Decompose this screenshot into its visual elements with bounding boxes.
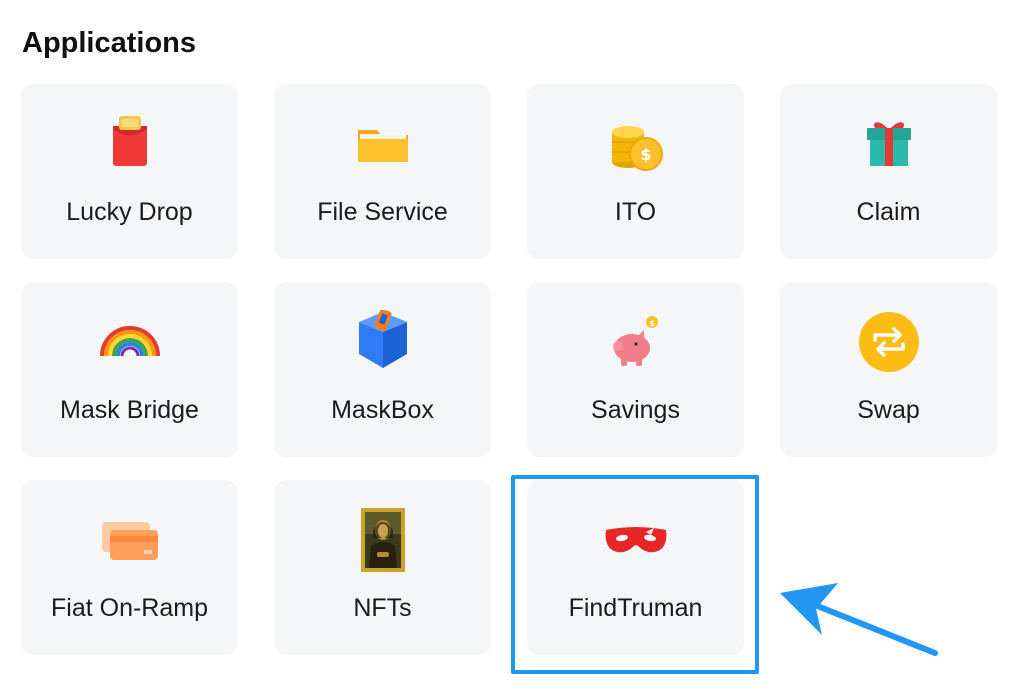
- app-label: Mask Bridge: [60, 396, 199, 424]
- app-tile-lucky-drop[interactable]: Lucky Drop: [21, 84, 238, 259]
- app-tile-swap[interactable]: Swap: [780, 282, 997, 457]
- svg-text:$: $: [640, 145, 651, 164]
- app-tile-nfts[interactable]: NFTs: [274, 480, 491, 655]
- app-tile-savings[interactable]: $ Savings: [527, 282, 744, 457]
- app-label: Savings: [591, 396, 680, 424]
- section-title: Applications: [22, 27, 197, 59]
- app-tile-ito[interactable]: $ ITO: [527, 84, 744, 259]
- app-label: File Service: [317, 198, 448, 226]
- app-label: Fiat On-Ramp: [51, 594, 208, 622]
- box-icon: [351, 310, 415, 374]
- app-tile-fiat-on-ramp[interactable]: Fiat On-Ramp: [21, 480, 238, 655]
- gift-icon: [857, 112, 921, 176]
- app-tile-claim[interactable]: Claim: [780, 84, 997, 259]
- mona-lisa-icon: [351, 508, 415, 572]
- red-packet-icon: [98, 112, 162, 176]
- folder-icon: [351, 112, 415, 176]
- app-label: Lucky Drop: [66, 198, 193, 226]
- highlight-frame: [511, 475, 759, 674]
- swap-icon: [857, 310, 921, 374]
- pointer-arrow-icon: [780, 583, 938, 656]
- app-label: MaskBox: [331, 396, 434, 424]
- app-label: Claim: [856, 198, 921, 226]
- credit-card-icon: [98, 508, 162, 572]
- app-tile-maskbox[interactable]: MaskBox: [274, 282, 491, 457]
- svg-text:$: $: [649, 319, 655, 328]
- app-tile-file-service[interactable]: File Service: [274, 84, 491, 259]
- app-tile-mask-bridge[interactable]: Mask Bridge: [21, 282, 238, 457]
- coins-icon: $: [604, 112, 668, 176]
- app-label: ITO: [614, 198, 657, 226]
- rainbow-icon: [98, 310, 162, 374]
- app-label: NFTs: [353, 594, 412, 622]
- app-label: Swap: [857, 396, 920, 424]
- piggy-bank-icon: $: [604, 310, 668, 374]
